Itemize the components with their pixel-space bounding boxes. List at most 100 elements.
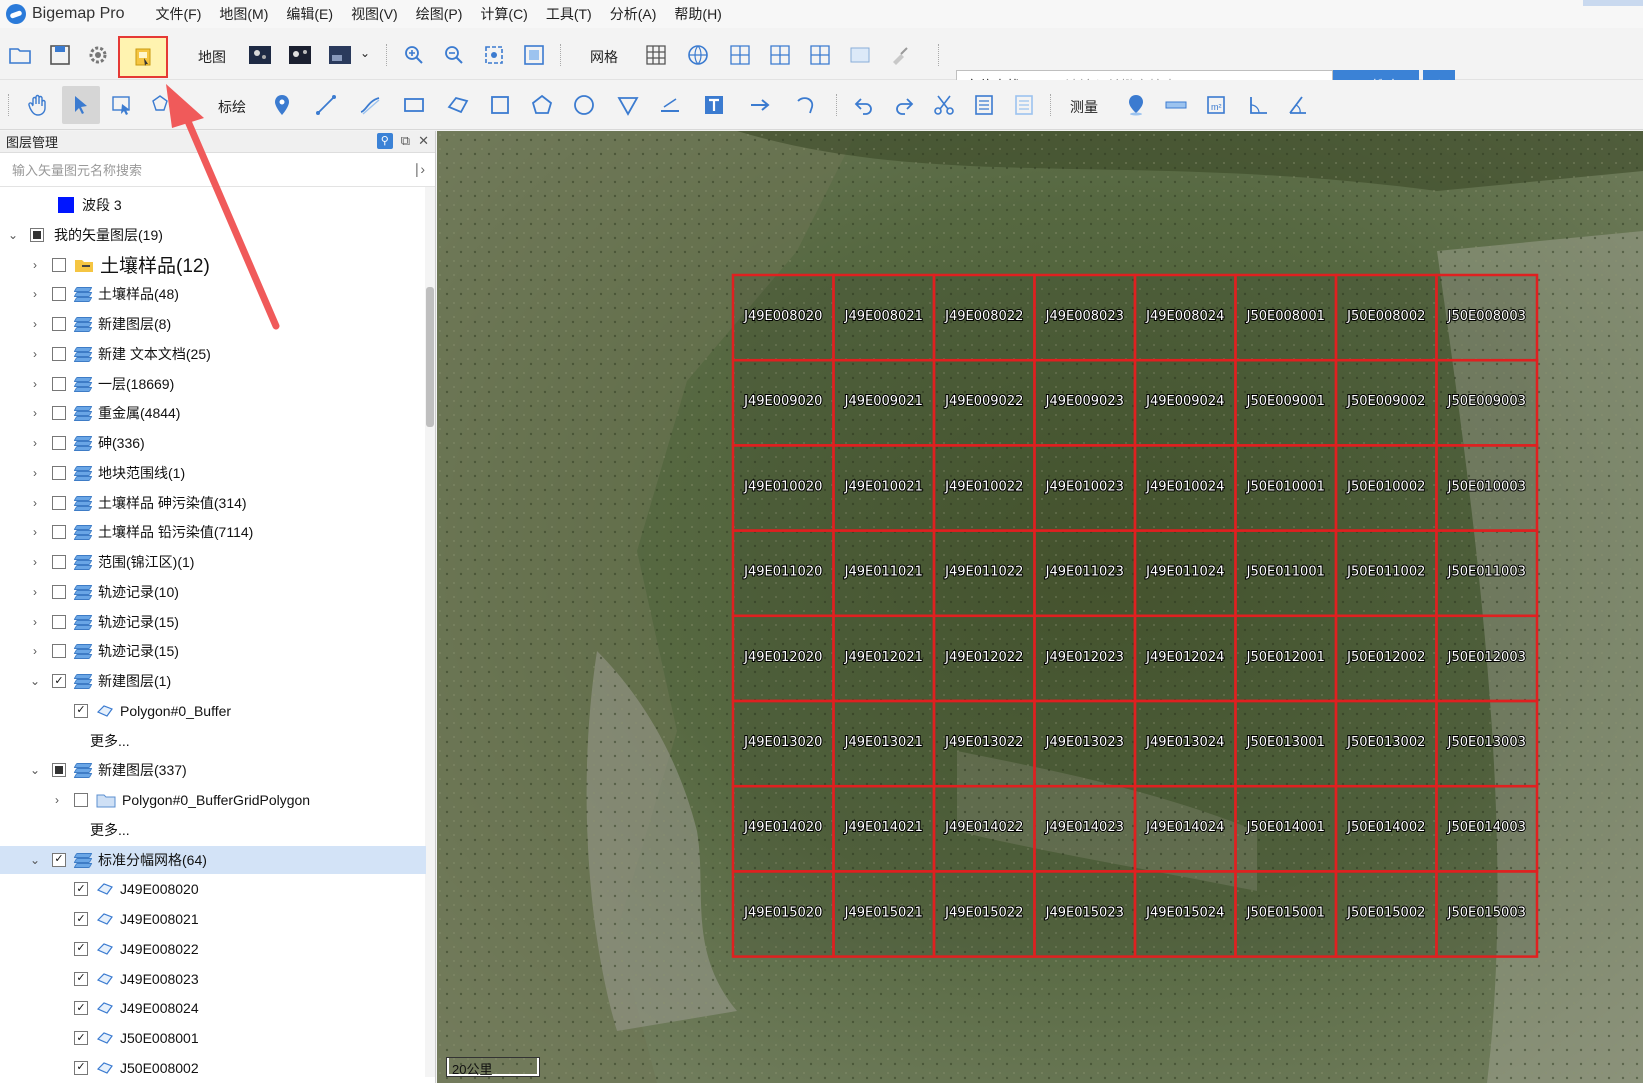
clear-brush-icon[interactable] xyxy=(884,39,916,71)
scroll-thumb[interactable] xyxy=(426,287,434,427)
chevron-right-icon[interactable]: › xyxy=(28,317,42,331)
ruler-draw-icon[interactable] xyxy=(654,89,686,121)
polygon-icon[interactable] xyxy=(442,89,474,121)
tree-row[interactable]: ✓ Polygon#0_Buffer xyxy=(0,697,426,725)
measure-angle-icon[interactable] xyxy=(1242,89,1274,121)
layer-checkbox[interactable] xyxy=(52,495,66,510)
tree-row[interactable]: › Polygon#0_BufferGridPolygon xyxy=(0,786,426,814)
map-view[interactable]: J49E008020 J49E008021 J49E008022 J49E008023… xyxy=(437,131,1643,1083)
tree-row[interactable]: ✓ J50E008002 xyxy=(0,1054,426,1077)
tree-row[interactable]: ✓ J49E008021 xyxy=(0,905,426,933)
menu-map[interactable]: 地图(M) xyxy=(219,4,268,24)
open-folder-icon[interactable] xyxy=(4,39,36,71)
layer-checkbox[interactable] xyxy=(52,763,66,778)
circle-icon[interactable] xyxy=(568,89,600,121)
locate-point-icon[interactable] xyxy=(1120,89,1152,121)
chevron-right-icon[interactable]: › xyxy=(28,347,42,361)
tree-row[interactable]: › 土壤样品(12) xyxy=(0,251,426,279)
layer-checkbox[interactable]: ✓ xyxy=(74,971,88,986)
tree-row[interactable]: ✓ J49E008023 xyxy=(0,965,426,993)
map-thumb-3-icon[interactable] xyxy=(324,39,356,71)
layer-checkbox[interactable] xyxy=(52,555,66,569)
tree-row[interactable]: › 范围(锦江区)(1) xyxy=(0,548,426,576)
chevron-right-icon[interactable]: › xyxy=(28,496,42,510)
layer-checkbox[interactable]: ✓ xyxy=(74,941,88,956)
chevron-right-icon[interactable]: › xyxy=(28,377,42,391)
menu-draw[interactable]: 绘图(P) xyxy=(416,4,463,24)
tree-row[interactable]: 更多... xyxy=(0,727,426,755)
pan-hand-icon[interactable] xyxy=(22,89,54,121)
rectangle-icon[interactable] xyxy=(398,89,430,121)
window-control[interactable] xyxy=(1583,0,1643,6)
select-pointer-icon[interactable] xyxy=(62,86,100,124)
tree-row[interactable]: › 轨迹记录(15) xyxy=(0,637,426,665)
map-thumb-2-icon[interactable] xyxy=(284,39,316,71)
image-icon[interactable] xyxy=(844,39,876,71)
chevron-down-icon[interactable]: ⌄ xyxy=(28,763,42,777)
measure-area-icon[interactable]: m² xyxy=(1200,89,1232,121)
chevron-right-icon[interactable]: › xyxy=(28,615,42,629)
layer-checkbox[interactable] xyxy=(52,257,66,272)
km-grid-icon[interactable] xyxy=(724,39,756,71)
tree-row[interactable]: › 新建图层(8) xyxy=(0,310,426,338)
undo-icon[interactable] xyxy=(848,89,880,121)
scrollbar[interactable] xyxy=(425,187,435,1077)
cut-scissors-icon[interactable] xyxy=(928,89,960,121)
zoom-in-icon[interactable] xyxy=(398,39,430,71)
tree-row[interactable]: ⌄ 新建图层(337) xyxy=(0,756,426,784)
menu-analysis[interactable]: 分析(A) xyxy=(610,4,657,24)
tree-row[interactable]: › 新建 文本文档(25) xyxy=(0,340,426,368)
tree-row[interactable]: ⌄ ✓ 标准分幅网格(64) xyxy=(0,845,426,874)
curved-arrow-icon[interactable] xyxy=(790,89,822,121)
tree-row[interactable]: › 重金属(4844) xyxy=(0,399,426,427)
save-icon[interactable] xyxy=(44,39,76,71)
menu-tools[interactable]: 工具(T) xyxy=(546,4,592,24)
tree-row[interactable]: › 轨迹记录(10) xyxy=(0,578,426,606)
collapse-icon[interactable]: ∣› xyxy=(413,161,425,178)
pentagon-icon[interactable] xyxy=(526,89,558,121)
tree-row[interactable]: ✓ J49E008020 xyxy=(0,875,426,903)
list-icon[interactable] xyxy=(1008,89,1040,121)
layer-filter-input[interactable]: 输入矢量图元名称搜索 ∣› xyxy=(0,153,435,187)
measure-distance-icon[interactable] xyxy=(1160,89,1192,121)
menu-file[interactable]: 文件(F) xyxy=(156,4,202,24)
layer-checkbox[interactable]: ✓ xyxy=(74,882,88,897)
tree-row[interactable]: 波段 3 xyxy=(0,191,426,219)
layer-checkbox[interactable]: ✓ xyxy=(74,1060,88,1075)
chevron-right-icon[interactable]: › xyxy=(28,585,42,599)
redo-icon[interactable] xyxy=(888,89,920,121)
export-tile-icon[interactable] xyxy=(118,36,168,78)
layer-checkbox[interactable] xyxy=(52,376,66,391)
layer-checkbox[interactable] xyxy=(52,465,66,480)
sector-icon[interactable] xyxy=(612,89,644,121)
chevron-right-icon[interactable]: › xyxy=(28,466,42,480)
layer-checkbox[interactable] xyxy=(52,584,66,599)
curve-line-icon[interactable] xyxy=(354,89,386,121)
menu-view[interactable]: 视图(V) xyxy=(351,4,398,24)
chevron-right-icon[interactable]: › xyxy=(50,793,64,807)
mgrs-grid-icon[interactable] xyxy=(764,39,796,71)
tree-row[interactable]: › 轨迹记录(15) xyxy=(0,608,426,636)
layer-checkbox[interactable]: ✓ xyxy=(74,1031,88,1045)
sheet-grid-icon[interactable] xyxy=(804,39,836,71)
menu-help[interactable]: 帮助(H) xyxy=(674,4,721,24)
chevron-right-icon[interactable]: › xyxy=(28,525,42,539)
box-select-icon[interactable] xyxy=(106,89,138,121)
layer-checkbox[interactable] xyxy=(74,793,88,807)
layer-checkbox[interactable] xyxy=(52,406,66,421)
float-window-icon[interactable]: ⧉ xyxy=(401,133,410,149)
zoom-out-icon[interactable] xyxy=(438,39,470,71)
chevron-right-icon[interactable]: › xyxy=(28,287,42,301)
tree-row[interactable]: › 地块范围线(1) xyxy=(0,459,426,487)
layer-checkbox[interactable] xyxy=(30,227,44,242)
layer-checkbox[interactable] xyxy=(52,614,66,629)
search-icon[interactable]: ⚲ xyxy=(376,133,393,149)
close-icon[interactable]: ✕ xyxy=(418,133,429,149)
layer-checkbox[interactable] xyxy=(52,346,66,361)
layer-checkbox[interactable] xyxy=(52,436,66,450)
chevron-down-icon[interactable]: ⌄ xyxy=(360,46,370,60)
chevron-right-icon[interactable]: › xyxy=(28,436,42,450)
map-thumb-1-icon[interactable] xyxy=(244,39,276,71)
layer-checkbox[interactable]: ✓ xyxy=(74,703,88,718)
tree-row[interactable]: 更多... xyxy=(0,816,426,844)
